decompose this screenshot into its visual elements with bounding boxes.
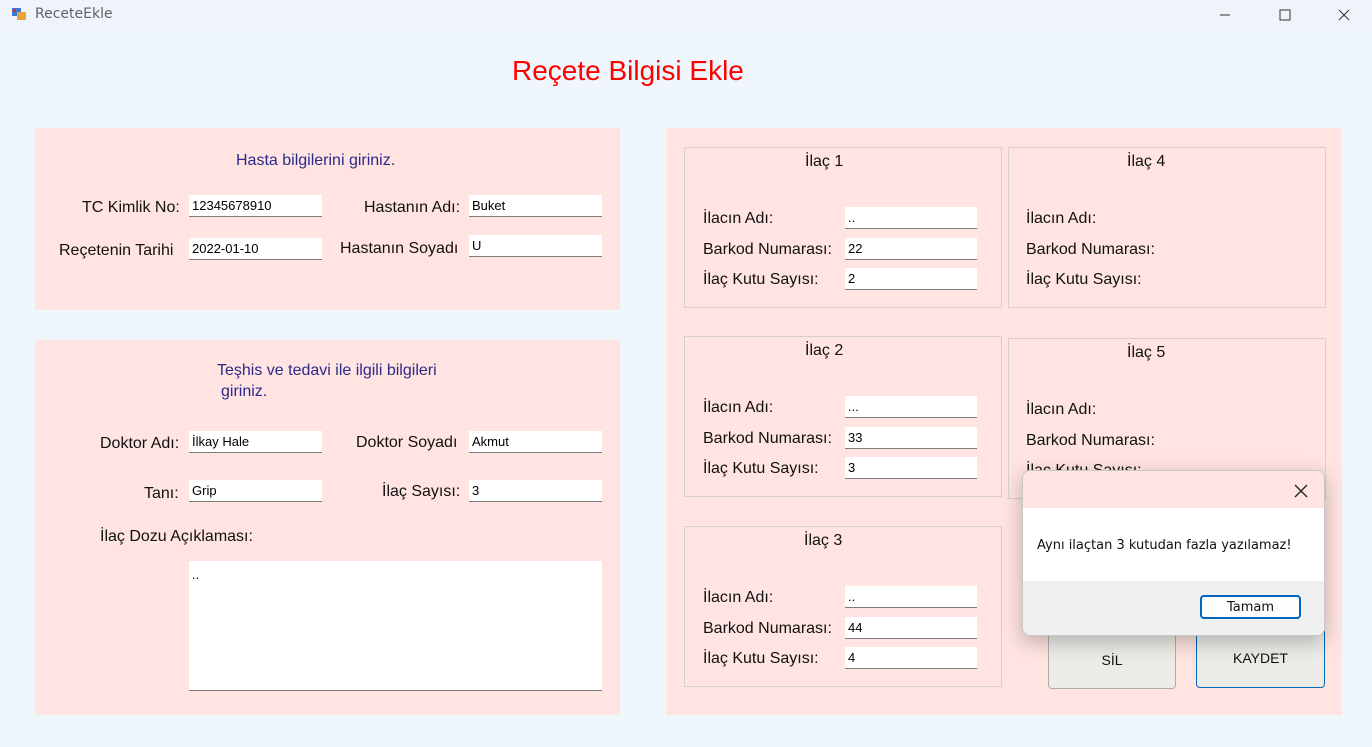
diagnosis-label: Tanı: [144, 485, 179, 502]
doctor-surname-input[interactable]: Akmut [469, 431, 602, 453]
drug-group-4-title: İlaç 4 [1127, 153, 1166, 170]
tc-label: TC Kimlik No: [82, 199, 180, 216]
dialog-message: Aynı ilaçtan 3 kutudan fazla yazılamaz! [1037, 538, 1292, 553]
drug-5-name-label: İlacın Adı: [1026, 401, 1097, 418]
delete-button[interactable]: SİL [1048, 630, 1176, 689]
drug-5-barcode-label: Barkod Numarası: [1026, 432, 1155, 449]
save-button[interactable]: KAYDET [1196, 628, 1325, 688]
dose-label: İlaç Dozu Açıklaması: [100, 528, 253, 545]
drug-count-label: İlaç Sayısı: [382, 483, 461, 500]
drug-3-barcode-input[interactable]: 44 [845, 617, 977, 639]
ok-button[interactable]: Tamam [1200, 595, 1301, 619]
drug-3-name-input[interactable]: .. [845, 586, 977, 608]
minimize-button[interactable] [1202, 0, 1248, 30]
close-button[interactable] [1321, 0, 1367, 30]
maximize-icon [1279, 9, 1291, 21]
patient-surname-label: Hastanın Soyadı [340, 240, 459, 257]
close-icon [1294, 484, 1308, 498]
drug-2-name-input[interactable]: ... [845, 396, 977, 418]
dialog-message-area: Aynı ilaçtan 3 kutudan fazla yazılamaz! [1023, 508, 1324, 581]
dialog-close-button[interactable] [1289, 479, 1313, 503]
drug-1-box-input[interactable]: 2 [845, 268, 977, 290]
drug-group-2-title: İlaç 2 [805, 342, 844, 359]
tc-input[interactable]: 12345678910 [189, 195, 322, 217]
patient-surname-input[interactable]: U [469, 235, 602, 257]
patient-name-label: Hastanın Adı: [364, 199, 461, 216]
form-heading: Reçete Bilgisi Ekle [512, 55, 744, 86]
drug-count-input[interactable]: 3 [469, 480, 602, 502]
drug-3-box-label: İlaç Kutu Sayısı: [703, 650, 819, 667]
drug-4-barcode-label: Barkod Numarası: [1026, 241, 1155, 258]
drug-4-box-label: İlaç Kutu Sayısı: [1026, 271, 1142, 288]
drug-group-5-title: İlaç 5 [1127, 344, 1166, 361]
doctor-name-label: Doktor Adı: [100, 435, 180, 452]
drug-3-name-label: İlacın Adı: [703, 589, 774, 606]
drug-2-box-input[interactable]: 3 [845, 457, 977, 479]
date-label: Reçetenin Tarihi [59, 242, 174, 259]
drug-1-name-input[interactable]: .. [845, 207, 977, 229]
dialog-footer: Tamam [1023, 581, 1324, 635]
date-input[interactable]: 2022-01-10 [189, 238, 322, 260]
drug-2-barcode-input[interactable]: 33 [845, 427, 977, 449]
drug-3-box-input[interactable]: 4 [845, 647, 977, 669]
window-title: ReceteEkle [35, 6, 113, 22]
dose-textarea[interactable]: .. [189, 561, 602, 691]
drug-2-box-label: İlaç Kutu Sayısı: [703, 460, 819, 477]
close-icon [1338, 9, 1350, 21]
app-icon [11, 6, 27, 22]
patient-name-input[interactable]: Buket [469, 195, 602, 217]
doctor-surname-label: Doktor Soyadı [356, 434, 458, 451]
drug-2-barcode-label: Barkod Numarası: [703, 430, 832, 447]
message-dialog: Aynı ilaçtan 3 kutudan fazla yazılamaz! … [1022, 470, 1325, 636]
drug-1-barcode-input[interactable]: 22 [845, 238, 977, 260]
drug-4-name-label: İlacın Adı: [1026, 210, 1097, 227]
treatment-header-line2: giriniz. [221, 383, 268, 400]
drug-group-3-title: İlaç 3 [804, 532, 843, 549]
drug-3-barcode-label: Barkod Numarası: [703, 620, 832, 637]
treatment-header-line1: Teşhis ve tedavi ile ilgili bilgileri [217, 362, 437, 379]
drug-1-barcode-label: Barkod Numarası: [703, 241, 832, 258]
title-bar: ReceteEkle [0, 0, 1372, 30]
drug-2-name-label: İlacın Adı: [703, 399, 774, 416]
doctor-name-input[interactable]: İlkay Hale [189, 431, 322, 453]
diagnosis-input[interactable]: Grip [189, 480, 322, 502]
maximize-button[interactable] [1262, 0, 1308, 30]
drug-1-box-label: İlaç Kutu Sayısı: [703, 271, 819, 288]
drug-1-name-label: İlacın Adı: [703, 210, 774, 227]
patient-header: Hasta bilgilerini giriniz. [236, 152, 396, 169]
minimize-icon [1220, 14, 1230, 16]
drug-group-1-title: İlaç 1 [805, 153, 844, 170]
